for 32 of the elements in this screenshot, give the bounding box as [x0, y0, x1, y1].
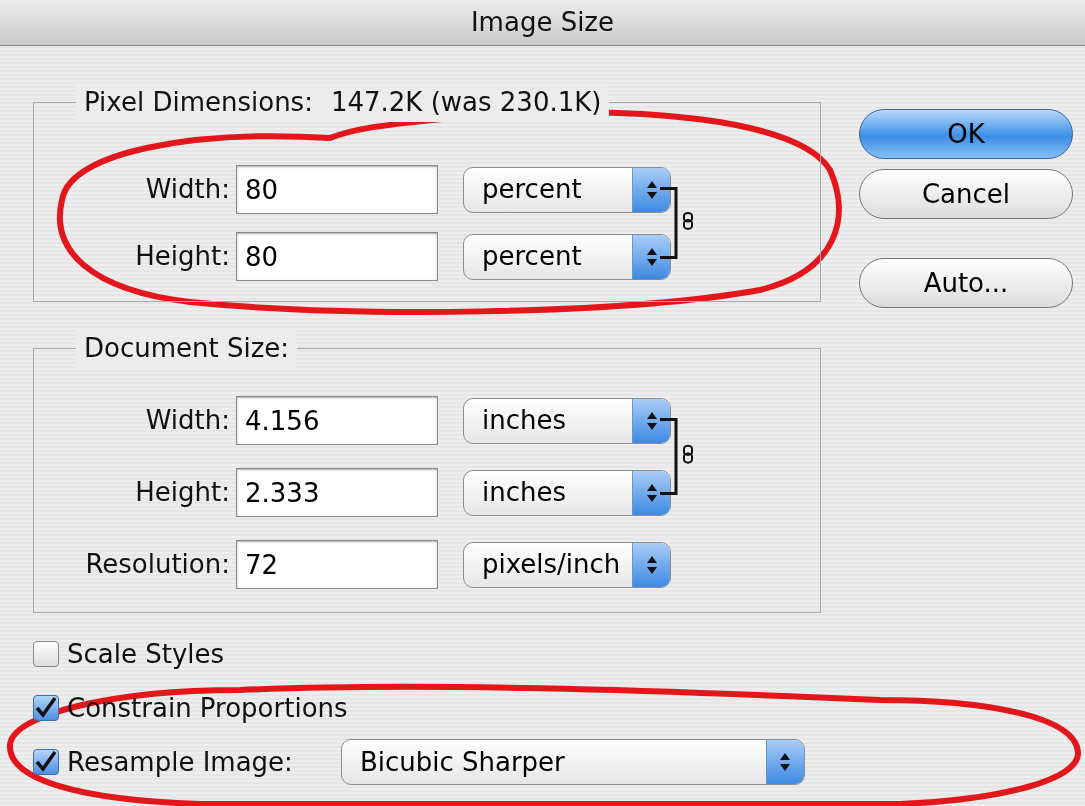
- input-field[interactable]: 72: [236, 540, 438, 589]
- field-label: Width:: [145, 404, 231, 437]
- dialog-button[interactable]: Cancel: [859, 169, 1073, 219]
- checkbox[interactable]: [33, 695, 59, 721]
- field-label: Height:: [135, 476, 231, 509]
- field-label: Height:: [135, 240, 231, 273]
- popup-menu[interactable]: inches: [463, 397, 671, 444]
- window-title: Image Size: [470, 6, 615, 39]
- popup-menu[interactable]: inches: [463, 469, 671, 516]
- popup-menu[interactable]: Bicubic Sharper: [340, 739, 805, 785]
- input-field[interactable]: 80: [236, 232, 438, 281]
- checkbox-label: Resample Image:: [67, 745, 293, 779]
- field-label: Width:: [145, 173, 231, 206]
- input-field[interactable]: 80: [236, 165, 438, 214]
- popup-menu[interactable]: percent: [463, 233, 671, 280]
- file-size-text: 147.2K (was 230.1K): [330, 86, 602, 119]
- group-label: Document Size:: [84, 332, 290, 365]
- group-label: Pixel Dimensions:: [84, 86, 313, 119]
- popup-menu[interactable]: pixels/inch: [463, 541, 671, 588]
- input-field[interactable]: 4.156: [236, 396, 438, 445]
- dialog-button[interactable]: Auto...: [859, 258, 1073, 308]
- checkbox[interactable]: [33, 749, 59, 775]
- checkbox-label: Scale Styles: [67, 637, 225, 671]
- dialog-button[interactable]: OK: [859, 109, 1073, 159]
- checkmark-icon: [34, 750, 58, 774]
- popup-menu[interactable]: percent: [463, 166, 671, 213]
- field-label: Resolution:: [85, 548, 231, 581]
- input-field[interactable]: 2.333: [236, 468, 438, 517]
- checkbox[interactable]: [33, 641, 59, 667]
- checkbox-label: Constrain Proportions: [67, 691, 348, 725]
- updown-arrows-icon: [779, 751, 792, 773]
- checkmark-icon: [34, 696, 58, 720]
